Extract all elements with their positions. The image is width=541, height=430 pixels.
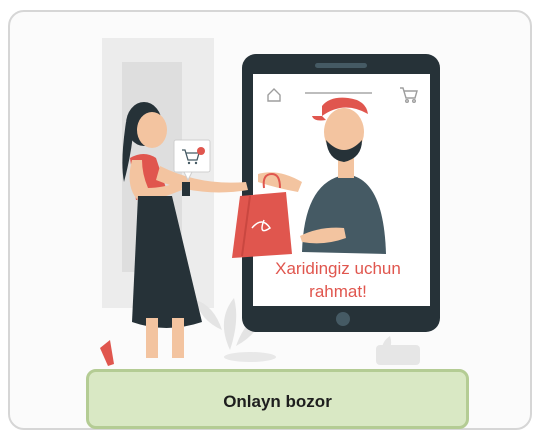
online-shopping-illustration [100, 38, 440, 366]
thank-you-line-2: rahmat! [309, 282, 367, 301]
caption-label: Onlayn bozor [223, 392, 332, 411]
caption-button[interactable]: Onlayn bozor [86, 369, 469, 429]
plant-decoration-right [376, 336, 420, 365]
thank-you-line-1: Xaridingiz uchun [275, 259, 401, 278]
thank-you-message: Xaridingiz uchun rahmat! [258, 257, 418, 303]
